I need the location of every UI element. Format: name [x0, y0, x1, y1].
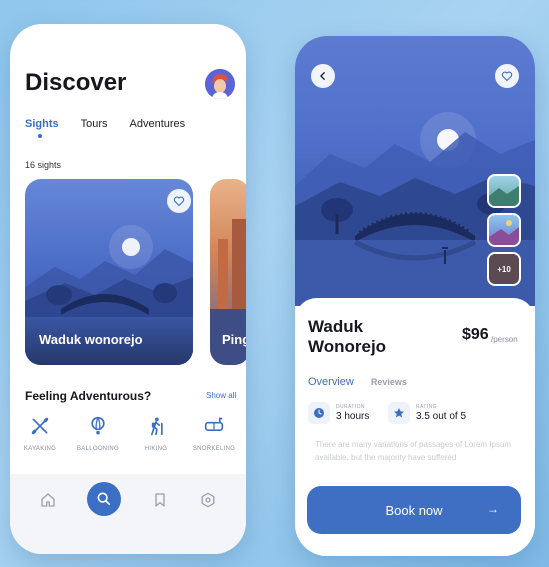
place-name-line-2: Wonorejo [308, 337, 387, 356]
section-title: Feeling Adventurous? [25, 389, 152, 403]
search-icon [97, 492, 111, 506]
sights-count: 16 sights [25, 160, 62, 170]
gallery-more-thumbnail[interactable]: +10 [487, 252, 521, 286]
tab-tours-label: Tours [80, 118, 108, 130]
sight-card[interactable]: Waduk wonorejo [25, 179, 193, 365]
price: $96 [462, 326, 489, 343]
landscape-thumbnail-image [489, 220, 519, 245]
tab-sights-label: Sights [25, 118, 59, 130]
gallery-more-count: +10 [497, 264, 511, 274]
rating-value: 3.5 out of 5 [416, 411, 467, 422]
duration-label: DURATION [336, 404, 365, 410]
active-tab-indicator [38, 134, 42, 138]
settings-icon [201, 492, 215, 508]
book-now-label: Book now [385, 502, 443, 518]
duration-icon-wrap [308, 402, 330, 424]
nav-search[interactable] [87, 482, 121, 516]
category-ballooning[interactable]: BALLOONING [76, 416, 120, 452]
category-label: SNORKELING [192, 446, 236, 452]
duration-info: DURATION 3 hours [308, 402, 369, 424]
book-now-button[interactable]: Book now → [307, 486, 521, 534]
detail-sheet: Waduk Wonorejo $96 /person Overview Revi… [295, 298, 535, 556]
category-label: KAYAKING [23, 446, 57, 452]
landscape-thumbnail-image [489, 186, 519, 206]
tab-sights[interactable]: Sights [25, 118, 59, 138]
page-title: Discover [25, 69, 127, 96]
detail-screen: +10 Waduk Wonorejo $96 /person Overview … [295, 36, 535, 556]
tab-adventures-label: Adventures [129, 118, 186, 130]
avatar[interactable] [205, 69, 235, 99]
rating-icon-wrap [388, 402, 410, 424]
category-label: HIKING [144, 446, 168, 452]
category-kayaking[interactable]: KAYAKING [18, 416, 62, 452]
sight-card-title: Waduk wonorejo [39, 332, 143, 347]
sight-card-title: Ping [222, 332, 246, 347]
show-all-link[interactable]: Show all [206, 391, 236, 400]
hero-image: +10 [295, 36, 535, 306]
tab-reviews[interactable]: Reviews [371, 377, 407, 388]
gallery-thumbnail[interactable] [487, 174, 521, 208]
rating-info: RATING 3.5 out of 5 [388, 402, 466, 424]
duration-value: 3 hours [336, 411, 370, 422]
detail-tabs: Overview Reviews [308, 376, 407, 388]
bookmark-icon [155, 493, 165, 507]
nav-home[interactable] [38, 490, 58, 510]
nav-bookmarks[interactable] [150, 490, 170, 510]
star-icon [394, 408, 404, 418]
chevron-left-icon [320, 72, 325, 80]
heart-icon [173, 196, 185, 207]
hot-air-balloon-icon [91, 416, 105, 435]
price-unit: /person [491, 335, 518, 344]
sight-card[interactable]: Ping [210, 179, 246, 365]
description: There are many variations of passages of… [315, 440, 512, 462]
category-hiking[interactable]: HIKING [134, 416, 178, 452]
back-button[interactable] [311, 64, 335, 88]
favorite-button[interactable] [495, 64, 519, 88]
category-snorkeling[interactable]: SNORKELING [192, 416, 236, 452]
category-tabs: Sights Tours Adventures [25, 118, 186, 138]
tab-adventures[interactable]: Adventures [130, 118, 186, 130]
tab-tours[interactable]: Tours [81, 118, 108, 130]
gallery-thumbnail[interactable] [487, 213, 521, 247]
arrow-right-icon: → [487, 502, 499, 516]
place-name: Waduk Wonorejo [308, 317, 386, 357]
duration-text: DURATION 3 hours [336, 404, 369, 422]
home-icon [41, 493, 55, 507]
snorkel-mask-icon [204, 417, 224, 431]
hiker-icon [151, 417, 163, 436]
tab-overview[interactable]: Overview [308, 376, 354, 388]
favorite-button[interactable] [167, 189, 191, 213]
place-name-line-1: Waduk [308, 317, 364, 336]
nav-settings[interactable] [198, 490, 218, 510]
bottom-navigation [10, 474, 246, 554]
kayak-icon [31, 417, 49, 435]
category-label: BALLOONING [76, 446, 119, 452]
rating-text: RATING 3.5 out of 5 [416, 404, 466, 422]
clock-icon [314, 408, 324, 418]
discover-screen: Discover Sights Tours Adventures 16 sigh… [10, 24, 246, 554]
rating-label: RATING [416, 404, 437, 410]
heart-icon [501, 71, 513, 82]
